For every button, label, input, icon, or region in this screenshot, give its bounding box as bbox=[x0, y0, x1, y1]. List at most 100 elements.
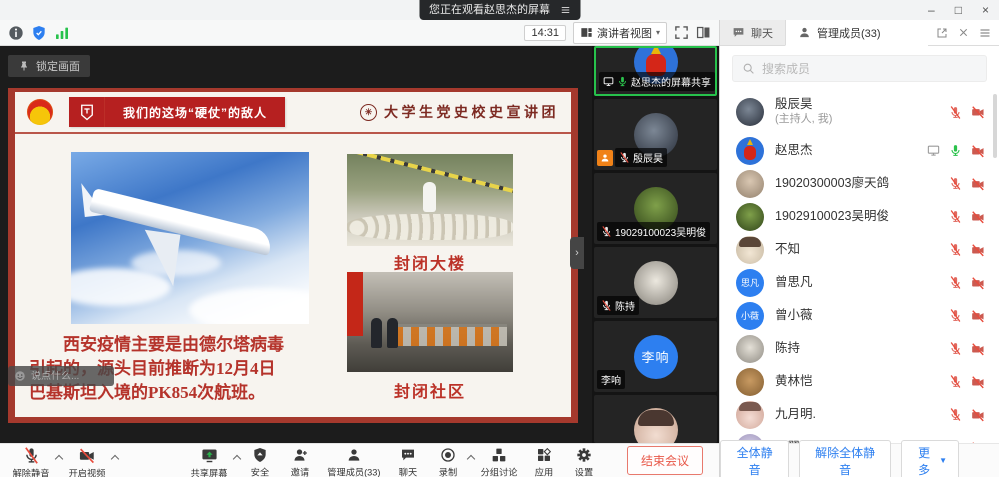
member-search-box[interactable] bbox=[732, 55, 987, 82]
apps-button[interactable]: 应用 bbox=[524, 444, 564, 477]
chat-button[interactable]: 聊天 bbox=[388, 444, 428, 477]
side-by-side-icon[interactable] bbox=[696, 25, 711, 40]
meeting-toolbar: 解除静音 开启视频 共享屏幕 安全 邀请 管理成员(33) 聊天 录制 分组讨论… bbox=[0, 443, 719, 477]
toolbar-label: 录制 bbox=[439, 465, 457, 477]
emoji-icon[interactable] bbox=[14, 370, 26, 382]
person-icon bbox=[346, 447, 362, 463]
unmute-all-button[interactable]: 解除全体静音 bbox=[799, 440, 891, 477]
video-tile[interactable]: 李响 李响 bbox=[594, 321, 717, 392]
camera-off-icon[interactable] bbox=[971, 243, 985, 257]
member-row[interactable]: 九月明. bbox=[720, 398, 999, 431]
unmute-button[interactable]: 解除静音 bbox=[6, 444, 56, 477]
member-search-input[interactable] bbox=[762, 62, 942, 76]
member-row[interactable]: 小薇 曾小薇 bbox=[720, 299, 999, 332]
close-button[interactable]: × bbox=[982, 3, 989, 17]
camera-off-icon[interactable] bbox=[971, 342, 985, 356]
minimize-button[interactable]: – bbox=[928, 3, 935, 17]
panel-scrollbar[interactable] bbox=[993, 94, 997, 158]
toolbar-label: 开启视频 bbox=[69, 466, 106, 477]
mic-on-icon[interactable] bbox=[949, 144, 962, 157]
meeting-info-icon[interactable] bbox=[8, 25, 24, 41]
record-button[interactable]: 录制 bbox=[428, 444, 468, 477]
mic-muted-icon[interactable] bbox=[949, 243, 962, 256]
member-row[interactable]: 19029100023吴明俊 bbox=[720, 200, 999, 233]
popout-panel-icon[interactable] bbox=[936, 27, 948, 39]
avatar: 思凡 bbox=[736, 269, 764, 297]
screen-share-icon[interactable] bbox=[927, 144, 940, 157]
camera-off-icon[interactable] bbox=[971, 177, 985, 191]
camera-off-icon[interactable] bbox=[971, 105, 985, 119]
panel-menu-icon[interactable] bbox=[979, 27, 991, 39]
chevron-up-icon[interactable] bbox=[111, 455, 119, 463]
slide-body-line: 西安疫情主要是由德尔塔病毒 bbox=[29, 333, 351, 357]
member-row[interactable]: 不知 bbox=[720, 233, 999, 266]
camera-off-icon[interactable] bbox=[971, 309, 985, 323]
camera-off-icon[interactable] bbox=[971, 375, 985, 389]
mic-muted-icon[interactable] bbox=[949, 309, 962, 322]
watching-screen-tooltip: 您正在观看赵思杰的屏幕 bbox=[419, 0, 580, 20]
manage-members-button[interactable]: 管理成员(33) bbox=[320, 444, 388, 477]
mic-muted-icon[interactable] bbox=[949, 408, 962, 421]
quick-chat-bar[interactable] bbox=[8, 366, 114, 386]
security-shield-icon[interactable] bbox=[31, 25, 47, 41]
member-row[interactable]: 思凡 曾思凡 bbox=[720, 266, 999, 299]
member-row[interactable]: 殷辰昊 (主持人, 我) bbox=[720, 90, 999, 134]
mic-muted-icon[interactable] bbox=[949, 210, 962, 223]
maximize-button[interactable]: □ bbox=[955, 3, 962, 17]
fullscreen-icon[interactable] bbox=[674, 25, 689, 40]
toolbar-label: 设置 bbox=[575, 465, 593, 477]
camera-off-icon[interactable] bbox=[971, 276, 985, 290]
video-tile[interactable]: 殷辰昊 bbox=[594, 99, 717, 170]
tile-name: 李响 bbox=[601, 372, 621, 387]
camera-off-icon[interactable] bbox=[971, 408, 985, 422]
org-emblem-icon: ✳ bbox=[360, 104, 377, 121]
quick-chat-input[interactable] bbox=[31, 371, 101, 382]
mute-all-button[interactable]: 全体静音 bbox=[720, 440, 789, 477]
member-row[interactable]: 赵思杰 bbox=[720, 134, 999, 167]
view-mode-button[interactable]: 演讲者视图 ▾ bbox=[573, 22, 667, 44]
network-signal-icon[interactable] bbox=[54, 25, 70, 41]
more-button[interactable]: 更多 ▼ bbox=[901, 440, 959, 477]
tile-name: 陈持 bbox=[615, 298, 635, 313]
slide-title: 我们的这场“硬仗”的敌人 bbox=[105, 104, 285, 121]
tab-members[interactable]: 管理成员(33) bbox=[785, 20, 928, 46]
panel-tabs: 聊天 管理成员(33) bbox=[719, 20, 999, 46]
camera-off-icon[interactable] bbox=[971, 144, 985, 158]
mic-muted-icon[interactable] bbox=[949, 177, 962, 190]
close-panel-icon[interactable] bbox=[958, 27, 969, 38]
video-tile[interactable]: 陈持 bbox=[594, 247, 717, 318]
video-tile-screen-share[interactable]: 赵思杰的屏幕共享 bbox=[594, 46, 717, 96]
start-video-button[interactable]: 开启视频 bbox=[62, 444, 112, 477]
video-tile[interactable] bbox=[594, 395, 717, 443]
member-row[interactable]: 19020300003廖天鸽 bbox=[720, 167, 999, 200]
lock-view-button[interactable]: 锁定画面 bbox=[8, 55, 90, 77]
member-row[interactable]: 黄林恺 bbox=[720, 365, 999, 398]
video-tile[interactable]: 19029100023吴明俊 bbox=[594, 173, 717, 244]
avatar bbox=[634, 408, 678, 443]
share-screen-icon bbox=[201, 447, 218, 464]
camera-off-icon[interactable] bbox=[971, 210, 985, 224]
avatar bbox=[634, 261, 678, 305]
tooltip-menu-icon[interactable] bbox=[560, 5, 570, 15]
end-meeting-button[interactable]: 结束会议 bbox=[627, 446, 703, 475]
mic-muted-icon[interactable] bbox=[949, 276, 962, 289]
collapse-strip-handle[interactable]: › bbox=[570, 237, 584, 269]
member-row[interactable]: 陈持 bbox=[720, 332, 999, 365]
toolbar-label: 安全 bbox=[251, 465, 269, 477]
mic-muted-icon[interactable] bbox=[949, 342, 962, 355]
security-button[interactable]: 安全 bbox=[240, 444, 280, 477]
invite-button[interactable]: 邀请 bbox=[280, 444, 320, 477]
mic-muted-icon[interactable] bbox=[949, 375, 962, 388]
mic-muted-icon bbox=[601, 226, 612, 237]
toolbar-label: 分组讨论 bbox=[480, 465, 517, 477]
avatar bbox=[736, 236, 764, 264]
mic-muted-icon[interactable] bbox=[949, 106, 962, 119]
person-icon bbox=[798, 26, 811, 39]
window-titlebar: 您正在观看赵思杰的屏幕 – □ × bbox=[0, 0, 999, 20]
mic-muted-icon bbox=[619, 152, 630, 163]
breakout-rooms-button[interactable]: 分组讨论 bbox=[474, 444, 524, 477]
settings-button[interactable]: 设置 bbox=[564, 444, 604, 477]
slide-header: 我们的这场“硬仗”的敌人 ✳ 大学生党史校史宣讲团 bbox=[15, 92, 571, 134]
share-screen-button[interactable]: 共享屏幕 bbox=[184, 444, 234, 477]
tab-chat[interactable]: 聊天 bbox=[720, 20, 785, 45]
